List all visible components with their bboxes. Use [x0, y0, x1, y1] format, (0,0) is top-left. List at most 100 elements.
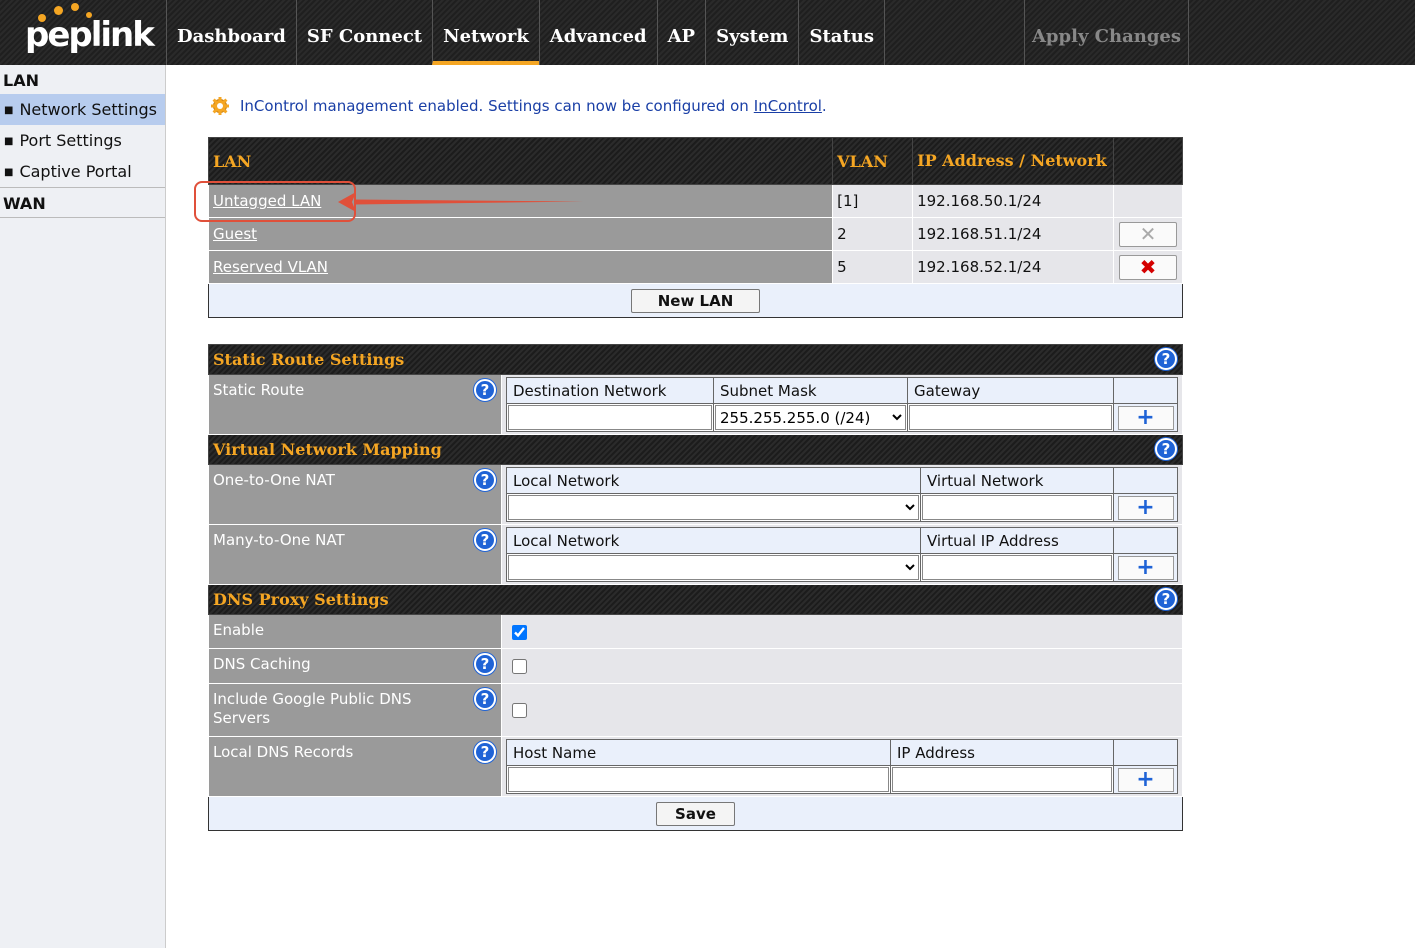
annotation-highlight-box [194, 181, 356, 222]
dns-enable-label-cell: Enable [208, 614, 502, 649]
tab-advanced[interactable]: Advanced [538, 0, 657, 65]
tab-sf-connect[interactable]: SF Connect [295, 0, 432, 65]
one-to-one-editor: Local Network Virtual Network + [501, 464, 1183, 525]
peplink-logo[interactable]: peplink [0, 0, 166, 65]
help-icon[interactable]: ? [474, 653, 496, 675]
tab-network[interactable]: Network [432, 0, 539, 65]
tab-dashboard[interactable]: Dashboard [166, 0, 296, 65]
google-dns-checkbox[interactable] [512, 703, 527, 718]
delete-guest-button[interactable]: ✕ [1118, 221, 1177, 247]
sidebar-item-network-settings[interactable]: ■ Network Settings [0, 94, 165, 125]
help-icon[interactable]: ? [1155, 588, 1177, 610]
column-header-destination: Destination Network [506, 377, 714, 404]
sidebar-item-captive-portal[interactable]: ■ Captive Portal [0, 156, 165, 187]
tab-system[interactable]: System [705, 0, 798, 65]
ip-address-input[interactable] [892, 767, 1112, 792]
sidebar-item-label: Captive Portal [19, 162, 132, 181]
host-name-cell [506, 765, 891, 794]
google-dns-row: Include Google Public DNS Servers ? [208, 683, 1183, 737]
google-dns-label: Include Google Public DNS Servers [213, 690, 412, 727]
static-route-label: Static Route [213, 381, 305, 399]
virtual-ip-cell [920, 553, 1114, 582]
add-many-to-one-button[interactable]: + [1117, 554, 1174, 580]
close-icon: ✖ [1139, 254, 1157, 279]
annotation-arrow-icon [338, 192, 583, 212]
sidebar-heading-wan[interactable]: WAN [0, 188, 165, 217]
grid-input-row: + [506, 493, 1178, 522]
column-header-gateway: Gateway [907, 377, 1114, 404]
section-header-cell: DNS Proxy Settings ? [208, 584, 1183, 615]
help-icon[interactable]: ? [474, 529, 496, 551]
lan-name-cell: Reserved VLAN [207, 250, 834, 284]
help-icon[interactable]: ? [474, 469, 496, 491]
local-dns-grid: Host Name IP Address + [506, 739, 1178, 794]
settings-table: Static Route Settings ? Static Route ? D… [208, 344, 1183, 831]
static-route-grid: Destination Network Subnet Mask Gateway … [506, 377, 1178, 432]
delete-reserved-vlan-button[interactable]: ✖ [1118, 254, 1177, 280]
lan-table: LAN VLAN IP Address / Network Untagged L… [207, 137, 1184, 318]
grid-input-row: + [506, 765, 1178, 794]
help-icon[interactable]: ? [474, 741, 496, 763]
many-to-one-label-cell: Many-to-One NAT ? [208, 524, 502, 585]
add-one-to-one-button[interactable]: + [1117, 495, 1174, 520]
virtual-network-input[interactable] [922, 495, 1112, 520]
grid-header-row: Host Name IP Address [506, 739, 1178, 766]
column-header-ip-address: IP Address [890, 739, 1114, 766]
subnet-mask-select[interactable]: 255.255.255.0 (/24) [715, 405, 906, 430]
lan-table-footer: New LAN [208, 283, 1183, 318]
help-icon[interactable]: ? [1155, 348, 1177, 370]
dns-caching-row: DNS Caching ? [208, 648, 1183, 684]
dns-enable-cell [501, 614, 1183, 649]
new-lan-button[interactable]: New LAN [630, 288, 761, 313]
dns-enable-checkbox[interactable] [512, 624, 527, 640]
dns-caching-checkbox[interactable] [512, 659, 527, 674]
gateway-input[interactable] [909, 405, 1112, 430]
help-icon[interactable]: ? [474, 379, 496, 401]
add-dns-record-button[interactable]: + [1117, 767, 1174, 792]
lan-name-cell: Guest [207, 217, 834, 251]
lan-link-reserved-vlan[interactable]: Reserved VLAN [213, 258, 328, 276]
incontrol-link[interactable]: InControl [754, 97, 822, 115]
lan-link-guest[interactable]: Guest [213, 225, 257, 243]
sidebar-heading-lan: LAN [3, 71, 39, 90]
section-title: DNS Proxy Settings [213, 590, 389, 609]
grid-input-row: 255.255.255.0 (/24) + [506, 403, 1178, 432]
virtual-ip-input[interactable] [922, 555, 1112, 580]
ip-cell: 192.168.52.1/24 [912, 250, 1114, 284]
tab-ap[interactable]: AP [656, 0, 706, 65]
destination-network-input[interactable] [508, 405, 712, 430]
section-title: Virtual Network Mapping [213, 440, 442, 459]
sidebar: LAN ■ Network Settings ■ Port Settings ■ Ca… [0, 65, 166, 948]
incontrol-notice: InControl management enabled. Settings c… [210, 95, 827, 117]
action-cell [1112, 184, 1184, 218]
local-dns-label: Local DNS Records [213, 743, 354, 761]
dns-proxy-section-header: DNS Proxy Settings ? [208, 584, 1183, 615]
static-route-section-header: Static Route Settings ? [208, 344, 1183, 375]
help-icon[interactable]: ? [1155, 438, 1177, 460]
section-title: Static Route Settings [213, 350, 405, 369]
column-header-action [1112, 137, 1184, 185]
dns-caching-cell [501, 648, 1183, 684]
dns-caching-label-cell: DNS Caching ? [208, 648, 502, 684]
notice-trailing: . [821, 97, 827, 115]
plus-icon: + [1136, 554, 1155, 580]
lan-table-header: LAN VLAN IP Address / Network [207, 137, 1184, 185]
ip-address-cell [890, 765, 1114, 794]
apply-changes-button[interactable]: Apply Changes [1024, 0, 1189, 65]
local-network-select[interactable] [508, 495, 919, 520]
column-header-add [1113, 467, 1178, 494]
tab-status[interactable]: Status [798, 0, 885, 65]
help-icon[interactable]: ? [474, 688, 496, 710]
dns-enable-row: Enable [208, 614, 1183, 649]
action-cell: ✕ [1112, 217, 1184, 251]
sidebar-divider [0, 217, 165, 218]
many-to-one-grid: Local Network Virtual IP Address + [506, 527, 1178, 582]
local-dns-editor: Host Name IP Address + [501, 736, 1183, 797]
local-network-select[interactable] [508, 555, 919, 580]
save-button[interactable]: Save [656, 801, 735, 826]
add-static-route-button[interactable]: + [1117, 405, 1174, 430]
one-to-one-nat-row: One-to-One NAT ? Local Network Virtual N… [208, 464, 1183, 525]
sidebar-item-port-settings[interactable]: ■ Port Settings [0, 125, 165, 156]
host-name-input[interactable] [508, 767, 889, 792]
section-header-cell: Virtual Network Mapping ? [208, 434, 1183, 465]
